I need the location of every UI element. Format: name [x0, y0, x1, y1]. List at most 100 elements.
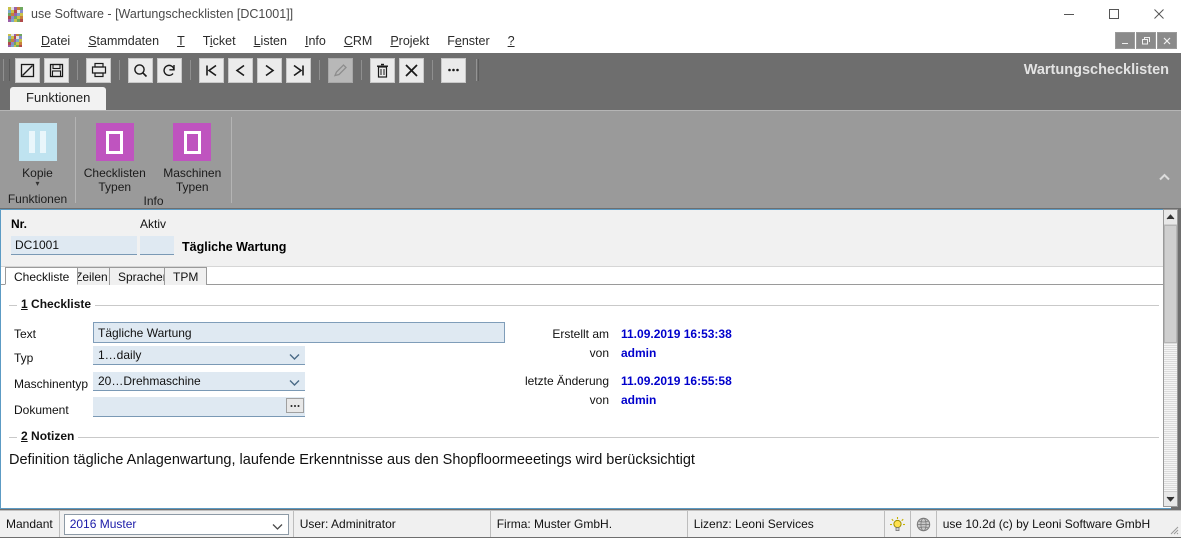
menu-item-tpm[interactable]: T: [168, 32, 194, 50]
version-text: use 10.2d (c) by Leoni Software GmbH: [943, 517, 1150, 531]
print-button[interactable]: [86, 58, 111, 83]
ribbon: Kopie ▾ Funktionen Checklisten: [0, 110, 1181, 208]
tab-checkliste[interactable]: Checkliste: [5, 267, 78, 285]
ribbon-button-kopie[interactable]: Kopie ▾: [0, 117, 75, 187]
menu-accel: C: [344, 34, 353, 48]
menu-item-datei[interactable]: Datei: [32, 32, 79, 50]
chevron-up-icon[interactable]: [1158, 171, 1171, 185]
dokument-browse-button[interactable]: [286, 398, 304, 413]
mandant-select[interactable]: 2016 Muster: [64, 514, 289, 535]
cancel-button[interactable]: [399, 58, 424, 83]
checklist-types-icon: [94, 121, 136, 163]
mdi-minimize-button[interactable]: [1115, 32, 1135, 49]
mdi-child-controls: [1114, 32, 1181, 49]
next-record-button[interactable]: [257, 58, 282, 83]
firma-text: Firma: Muster GmbH.: [497, 517, 612, 531]
meta-value-erstellt-am: 11.09.2019 16:53:38: [621, 327, 732, 341]
title-bar: use Software - [Wartungschecklisten [DC1…: [0, 0, 1181, 28]
menu-item-label: tammdaten: [97, 34, 160, 48]
menu-accel: S: [88, 34, 96, 48]
mandant-select-cell: 2016 Muster: [60, 511, 294, 537]
mandant-value: 2016 Muster: [70, 517, 137, 531]
toolbar-grip[interactable]: [3, 59, 10, 81]
menu-item-listen[interactable]: Listen: [245, 32, 296, 50]
resize-grip[interactable]: [1167, 523, 1179, 535]
search-button[interactable]: [128, 58, 153, 83]
dokument-field[interactable]: [93, 397, 305, 417]
record-form: Nr. Aktiv Tägliche Wartung Checkliste Ze…: [0, 209, 1171, 509]
group-number: 1: [21, 297, 28, 311]
scroll-down-arrow-icon[interactable]: [1164, 491, 1177, 506]
globe-icon[interactable]: [911, 511, 937, 537]
chevron-down-icon[interactable]: [289, 376, 299, 386]
scrollbar-thumb[interactable]: [1164, 225, 1177, 343]
toolbar-separator: [432, 60, 433, 80]
edit-button[interactable]: [328, 58, 353, 83]
last-record-button[interactable]: [286, 58, 311, 83]
window-minimize-button[interactable]: [1046, 0, 1091, 28]
menu-item-stammdaten[interactable]: Stammdaten: [79, 32, 168, 50]
scroll-up-arrow-icon[interactable]: [1164, 210, 1177, 225]
text-input[interactable]: [93, 322, 505, 343]
new-button[interactable]: [15, 58, 40, 83]
firma-cell: Firma: Muster GmbH.: [491, 511, 688, 537]
delete-button[interactable]: [370, 58, 395, 83]
menu-item-label: nfo: [308, 34, 325, 48]
chevron-down-icon[interactable]: [289, 350, 299, 360]
typ-combo[interactable]: 1…daily: [93, 346, 305, 365]
ribbon-button-maschinen-typen[interactable]: Maschinen Typen: [154, 117, 232, 194]
chevron-down-icon[interactable]: ▾: [35, 180, 39, 187]
record-title: Tägliche Wartung: [182, 240, 286, 254]
save-button[interactable]: [44, 58, 69, 83]
ribbon-button-checklisten-typen[interactable]: Checklisten Typen: [76, 117, 154, 194]
machine-types-icon: [171, 121, 213, 163]
ribbon-button-label-line2: Typen: [176, 180, 209, 194]
window-close-button[interactable]: [1136, 0, 1181, 28]
mdi-close-button[interactable]: [1157, 32, 1177, 49]
toolbar-separator: [119, 60, 120, 80]
menu-bar: Datei Stammdaten T Ticket Listen Info CR…: [0, 28, 1181, 53]
group-notizen-title: 2 Notizen: [17, 429, 78, 443]
first-record-button[interactable]: [199, 58, 224, 83]
scrollbar-track[interactable]: [1164, 343, 1177, 491]
menu-accel: T: [177, 34, 185, 48]
ribbon-button-label-line1: Checklisten: [84, 166, 146, 180]
menu-item-label: atei: [50, 34, 70, 48]
tab-tpm[interactable]: TPM: [164, 267, 207, 285]
window-title: use Software - [Wartungschecklisten [DC1…: [31, 7, 293, 21]
refresh-button[interactable]: [157, 58, 182, 83]
meta-label-von-erstellt: von: [499, 346, 609, 360]
previous-record-button[interactable]: [228, 58, 253, 83]
menu-item-label: nster: [462, 34, 490, 48]
toolbar-end-grip[interactable]: [476, 59, 479, 81]
window-maximize-button[interactable]: [1091, 0, 1136, 28]
notizen-text[interactable]: Definition tägliche Anlagenwartung, lauf…: [9, 452, 1139, 468]
meta-value-von-geaendert: admin: [621, 393, 656, 407]
application-window: use Software - [Wartungschecklisten [DC1…: [0, 0, 1181, 537]
meta-label-von-geaendert: von: [499, 393, 609, 407]
menu-logo-icon: [8, 34, 22, 48]
menu-item-help[interactable]: ?: [499, 32, 524, 50]
more-button[interactable]: [441, 58, 466, 83]
menu-item-info[interactable]: Info: [296, 32, 335, 50]
meta-label-erstellt-am: Erstellt am: [499, 327, 609, 341]
menu-item-label: isten: [261, 34, 287, 48]
menu-item-projekt[interactable]: Projekt: [381, 32, 438, 50]
ribbon-group-divider: [231, 117, 232, 203]
tab-funktionen[interactable]: Funktionen: [10, 87, 106, 110]
nr-input[interactable]: [11, 236, 137, 255]
chevron-down-icon[interactable]: [272, 520, 282, 530]
mdi-restore-button[interactable]: [1136, 32, 1156, 49]
menu-accel: ?: [508, 34, 515, 48]
menu-item-fenster[interactable]: Fenster: [438, 32, 498, 50]
aktiv-label: Aktiv: [140, 217, 166, 231]
menu-item-crm[interactable]: CRM: [335, 32, 381, 50]
maschinentyp-combo[interactable]: 20…Drehmaschine: [93, 372, 305, 391]
menu-item-ticket[interactable]: Ticket: [194, 32, 245, 50]
aktiv-checkbox[interactable]: [140, 236, 174, 255]
ribbon-tab-row: Funktionen: [0, 87, 1181, 110]
lightbulb-icon[interactable]: [885, 511, 911, 537]
module-title: Wartungschecklisten: [1024, 62, 1169, 78]
vertical-scrollbar[interactable]: [1163, 209, 1178, 507]
maschinentyp-combo-value: 20…Drehmaschine: [98, 374, 201, 388]
